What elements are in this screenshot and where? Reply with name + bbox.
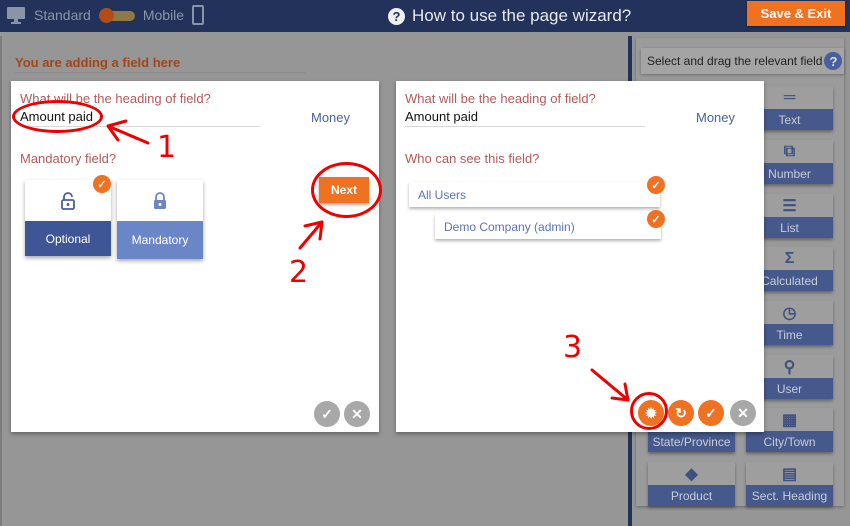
annotation-arrow-2 — [298, 220, 324, 250]
annotation-arrow-3 — [590, 368, 630, 402]
annotation-arrow-1 — [106, 119, 150, 145]
annotation-arrows — [106, 119, 630, 402]
